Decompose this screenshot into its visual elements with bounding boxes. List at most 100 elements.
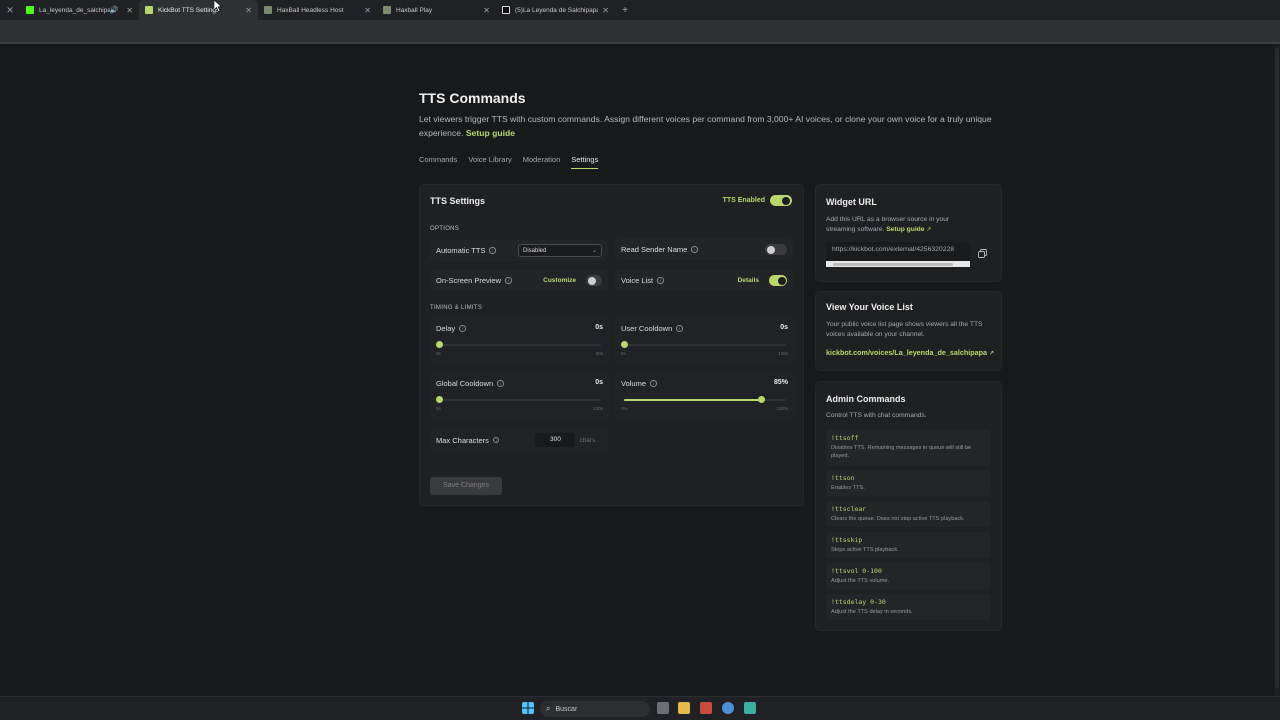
command-item: !ttson Enables TTS. — [826, 470, 991, 496]
slider-handle[interactable] — [435, 396, 443, 403]
info-icon[interactable]: i — [497, 380, 504, 387]
tab-settings[interactable]: Settings — [571, 155, 599, 169]
command-desc: Adjust the TTS volume. — [831, 578, 890, 584]
app-icon[interactable] — [700, 702, 712, 714]
read-sender-toggle[interactable] — [765, 244, 787, 255]
voice-list-title: View Your Voice List — [826, 302, 913, 312]
user-cooldown-slider[interactable] — [620, 341, 786, 348]
max-characters-row: Max Characters i 300 chars — [430, 429, 608, 451]
page-description: Let viewers trigger TTS with custom comm… — [419, 113, 1009, 140]
haxball-favicon-icon — [383, 6, 391, 14]
user-cooldown-min: 0s — [621, 351, 626, 356]
info-icon[interactable]: i — [459, 325, 466, 332]
command-desc: Stops active TTS playback. — [831, 547, 899, 553]
info-icon[interactable]: i — [650, 380, 657, 387]
tab-close-icon[interactable]: ✕ — [483, 6, 490, 15]
tab-haxball-host[interactable]: HaxBall Headless Host ✕ — [258, 0, 377, 20]
address-bar[interactable] — [0, 20, 1280, 44]
global-cooldown-slider[interactable] — [435, 396, 601, 403]
page-title: TTS Commands — [419, 90, 526, 106]
voice-list-toggle[interactable] — [769, 275, 787, 286]
toggle-knob — [588, 276, 596, 285]
tab-tiktok[interactable]: (5)La Leyenda de Salchipapa (@ ✕ — [496, 0, 615, 20]
page-scrollbar[interactable] — [1274, 46, 1280, 696]
new-tab-button[interactable]: + — [617, 5, 633, 16]
admin-commands-title: Admin Commands — [826, 394, 906, 404]
details-link[interactable]: Details — [738, 277, 759, 284]
info-icon[interactable]: i — [676, 325, 683, 332]
tab-title: Haxball Play — [396, 6, 433, 14]
tts-enabled-toggle[interactable] — [770, 195, 792, 206]
toggle-knob — [778, 276, 786, 285]
chrome-icon[interactable] — [722, 702, 734, 714]
tab-moderation[interactable]: Moderation — [523, 155, 561, 169]
app-icon[interactable] — [744, 702, 756, 714]
tab-close-icon[interactable]: ✕ — [245, 6, 252, 15]
scrollbar-thumb[interactable] — [1275, 48, 1279, 688]
slider-handle[interactable] — [435, 341, 443, 348]
global-cooldown-label-wrap: Global Cooldown i — [436, 379, 504, 388]
user-cooldown-label: User Cooldown — [621, 324, 673, 333]
tab-commands[interactable]: Commands — [419, 155, 457, 169]
delay-value: 0s — [595, 324, 603, 331]
command-item: !ttsoff Disables TTS. Remaining messages… — [826, 430, 991, 466]
save-changes-button[interactable]: Save Changes — [430, 477, 502, 495]
setup-guide-link[interactable]: Setup guide — [466, 128, 515, 138]
tab-close-icon[interactable]: ✕ — [602, 6, 609, 15]
kick-favicon-icon — [26, 6, 34, 14]
max-characters-input[interactable]: 300 — [535, 433, 576, 447]
copy-icon[interactable] — [978, 249, 987, 258]
info-icon[interactable]: i — [492, 436, 500, 444]
automatic-tts-label: Automatic TTS — [436, 246, 486, 255]
tab-close-icon[interactable]: ✕ — [126, 6, 133, 15]
speaker-icon[interactable]: 🔊 — [110, 6, 119, 14]
customize-link[interactable]: Customize — [543, 277, 576, 284]
widget-url-field[interactable]: https://kickbot.com/external/4256320228 — [826, 242, 970, 267]
info-icon[interactable]: i — [489, 247, 496, 254]
automatic-tts-row: Automatic TTS i Disabled ⌄ — [430, 240, 608, 261]
tab-kick-channel[interactable]: La_leyenda_de_salchipapa 🔊 ✕ — [20, 0, 139, 20]
volume-max: 100% — [776, 406, 788, 411]
tab-voice-library[interactable]: Voice Library — [468, 155, 511, 169]
user-cooldown-max: 120s — [778, 351, 788, 356]
tab-haxball-play[interactable]: Haxball Play ✕ — [377, 0, 496, 20]
windows-start-icon[interactable] — [522, 702, 534, 714]
info-icon[interactable]: i — [691, 246, 698, 253]
slider-handle[interactable] — [758, 396, 766, 403]
volume-slider[interactable] — [624, 396, 786, 403]
user-cooldown-value: 0s — [780, 324, 788, 331]
tiktok-favicon-icon — [502, 6, 510, 14]
onscreen-preview-toggle[interactable] — [586, 275, 602, 286]
global-cooldown-label: Global Cooldown — [436, 379, 494, 388]
url-scrollbar[interactable] — [826, 261, 970, 267]
url-scrollbar-thumb[interactable] — [833, 262, 953, 266]
voice-list-link[interactable]: kickbot.com/voices/La_leyenda_de_salchip… — [826, 348, 994, 357]
slider-handle[interactable] — [620, 341, 628, 348]
automatic-tts-select[interactable]: Disabled ⌄ — [518, 244, 602, 257]
widget-setup-guide-link[interactable]: Setup guide — [886, 226, 924, 233]
task-view-icon[interactable] — [657, 702, 669, 714]
delay-label-wrap: Delay i — [436, 324, 466, 333]
tab-kickbot-settings[interactable]: KickBot TTS Settings ✕ — [139, 0, 258, 20]
voice-list-url[interactable]: kickbot.com/voices/La_leyenda_de_salchip… — [826, 348, 987, 357]
global-cooldown-max: 120s — [593, 406, 603, 411]
widget-url-desc: Add this URL as a browser source in your… — [826, 215, 976, 235]
widget-url-title: Widget URL — [826, 197, 877, 207]
taskbar-search[interactable]: ⌕ Buscar — [540, 701, 650, 717]
tab-title: La_leyenda_de_salchipapa — [39, 6, 110, 14]
read-sender-label: Read Sender Name — [621, 245, 688, 254]
file-explorer-icon[interactable] — [678, 702, 690, 714]
tts-enabled-label: TTS Enabled — [722, 197, 765, 204]
command-code: !ttsclear — [831, 505, 867, 513]
delay-slider[interactable] — [435, 341, 601, 348]
info-icon[interactable]: i — [505, 277, 512, 284]
info-icon[interactable]: i — [657, 277, 664, 284]
command-code: !ttsvol 0-100 — [831, 567, 882, 575]
voice-list-label: Voice List — [621, 276, 654, 285]
tab-close-icon[interactable]: ✕ — [364, 6, 371, 15]
delay-min: 0s — [436, 351, 441, 356]
tts-enabled-control[interactable]: TTS Enabled — [723, 195, 792, 206]
command-item: !ttsclear Clears the queue. Does not sto… — [826, 501, 991, 527]
command-desc: Clears the queue. Does not stop active T… — [831, 516, 965, 522]
close-icon[interactable]: ✕ — [0, 5, 20, 16]
